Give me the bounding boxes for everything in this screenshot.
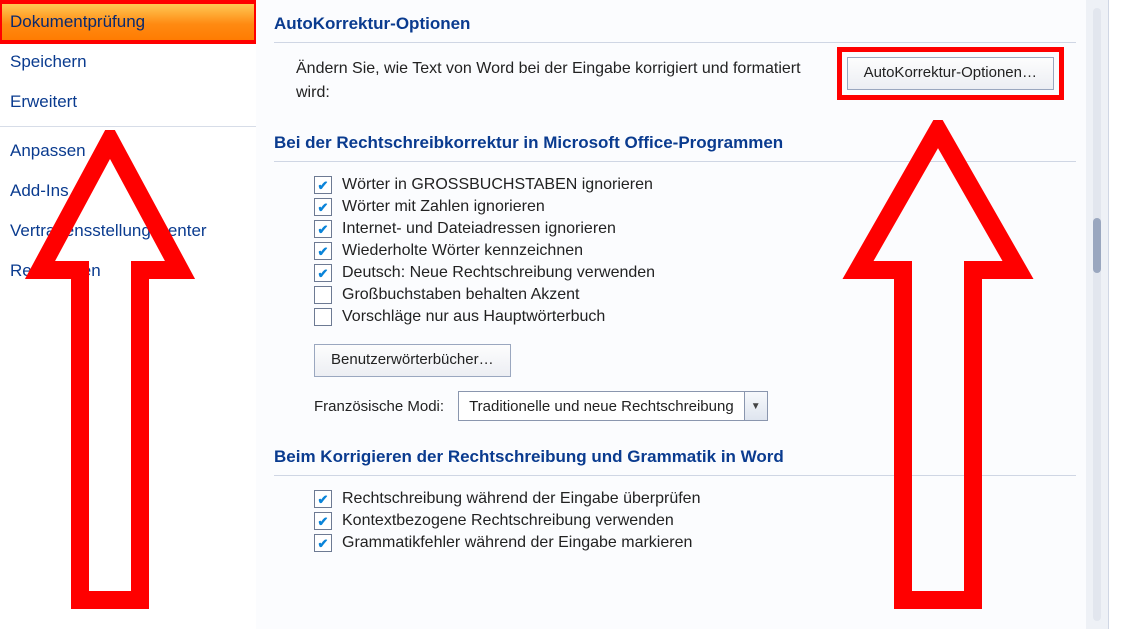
- checkbox[interactable]: [314, 198, 332, 216]
- sidebar-item-anpassen[interactable]: Anpassen: [0, 131, 256, 171]
- checkbox[interactable]: [314, 264, 332, 282]
- autokorrektur-options-button[interactable]: AutoKorrektur-Optionen…: [847, 57, 1054, 90]
- checkbox[interactable]: [314, 490, 332, 508]
- checkbox-row: Deutsch: Neue Rechtschreibung verwenden: [314, 264, 1054, 282]
- checkbox-row: Wörter mit Zahlen ignorieren: [314, 198, 1054, 216]
- sidebar: DokumentprüfungSpeichernErweitert Anpasse…: [0, 0, 256, 629]
- checkbox-row: Wörter in GROSSBUCHSTABEN ignorieren: [314, 176, 1054, 194]
- user-dictionaries-button[interactable]: Benutzerwörterbücher…: [314, 344, 511, 377]
- checkbox-label: Wörter in GROSSBUCHSTABEN ignorieren: [342, 176, 653, 194]
- checkbox-label: Deutsch: Neue Rechtschreibung verwenden: [342, 264, 655, 282]
- french-modes-label: Französische Modi:: [314, 398, 444, 415]
- checkbox-row: Internet- und Dateiadressen ignorieren: [314, 220, 1054, 238]
- checkbox-label: Kontextbezogene Rechtschreibung verwende…: [342, 512, 674, 530]
- checkbox-row: Kontextbezogene Rechtschreibung verwende…: [314, 512, 1054, 530]
- checkbox-label: Grammatikfehler während der Eingabe mark…: [342, 534, 692, 552]
- sidebar-item-add-ins[interactable]: Add-Ins: [0, 171, 256, 211]
- french-modes-value: Traditionelle und neue Rechtschreibung: [459, 398, 744, 415]
- checkbox-label: Vorschläge nur aus Hauptwörterbuch: [342, 308, 605, 326]
- autokorrektur-description: Ändern Sie, wie Text von Word bei der Ei…: [296, 57, 811, 105]
- chevron-down-icon[interactable]: ▼: [744, 392, 767, 420]
- options-main: AutoKorrektur-Optionen Ändern Sie, wie T…: [256, 0, 1086, 629]
- checkbox-row: Großbuchstaben behalten Akzent: [314, 286, 1054, 304]
- checkbox-label: Großbuchstaben behalten Akzent: [342, 286, 580, 304]
- checkbox-row: Vorschläge nur aus Hauptwörterbuch: [314, 308, 1054, 326]
- checkbox[interactable]: [314, 512, 332, 530]
- sidebar-item-erweitert[interactable]: Erweitert: [0, 82, 256, 122]
- checkbox-label: Internet- und Dateiadressen ignorieren: [342, 220, 616, 238]
- section-autokorrektur-title: AutoKorrektur-Optionen: [274, 0, 1076, 43]
- checkbox[interactable]: [314, 220, 332, 238]
- checkbox-row: Wiederholte Wörter kennzeichnen: [314, 242, 1054, 260]
- sidebar-item-vertrauensstellungscenter[interactable]: Vertrauensstellungscenter: [0, 211, 256, 251]
- checkbox[interactable]: [314, 176, 332, 194]
- sidebar-item-dokumentpr-fung[interactable]: Dokumentprüfung: [0, 2, 256, 42]
- checkbox-label: Wiederholte Wörter kennzeichnen: [342, 242, 583, 260]
- checkbox-label: Wörter mit Zahlen ignorieren: [342, 198, 545, 216]
- french-modes-select[interactable]: Traditionelle und neue Rechtschreibung▼: [458, 391, 768, 421]
- checkbox[interactable]: [314, 534, 332, 552]
- section-word-title: Beim Korrigieren der Rechtschreibung und…: [274, 433, 1076, 476]
- checkbox-row: Grammatikfehler während der Eingabe mark…: [314, 534, 1054, 552]
- checkbox-label: Rechtschreibung während der Eingabe über…: [342, 490, 700, 508]
- checkbox[interactable]: [314, 286, 332, 304]
- checkbox[interactable]: [314, 308, 332, 326]
- scrollbar[interactable]: [1086, 0, 1108, 629]
- sidebar-item-ressourcen[interactable]: Ressourcen: [0, 251, 256, 291]
- checkbox-row: Rechtschreibung während der Eingabe über…: [314, 490, 1054, 508]
- section-spellcheck-title: Bei der Rechtschreibkorrektur in Microso…: [274, 119, 1076, 162]
- sidebar-item-speichern[interactable]: Speichern: [0, 42, 256, 82]
- checkbox[interactable]: [314, 242, 332, 260]
